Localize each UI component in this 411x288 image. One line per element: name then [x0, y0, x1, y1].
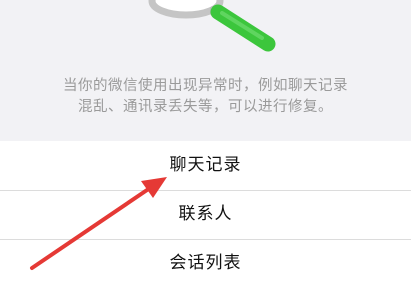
- repair-options-list: 聊天记录 联系人 会话列表: [0, 141, 411, 288]
- menu-item-label: 会话列表: [169, 253, 242, 273]
- menu-item-label: 联系人: [178, 204, 233, 224]
- menu-item-contacts[interactable]: 联系人: [0, 190, 411, 239]
- menu-item-label: 聊天记录: [169, 155, 242, 175]
- repair-description: 当你的微信使用出现异常时，例如聊天记录 混乱、通讯录丢失等，可以进行修复。: [0, 76, 411, 118]
- menu-item-chat-history[interactable]: 聊天记录: [0, 141, 411, 190]
- description-line-2: 混乱、通讯录丢失等，可以进行修复。: [78, 99, 333, 115]
- header-area: 当你的微信使用出现异常时，例如聊天记录 混乱、通讯录丢失等，可以进行修复。: [0, 0, 411, 141]
- repair-tool-icon: [148, 0, 276, 52]
- divider: [0, 190, 411, 191]
- menu-item-conversation-list[interactable]: 会话列表: [0, 239, 411, 288]
- description-line-1: 当你的微信使用出现异常时，例如聊天记录: [63, 78, 348, 94]
- divider: [0, 239, 411, 240]
